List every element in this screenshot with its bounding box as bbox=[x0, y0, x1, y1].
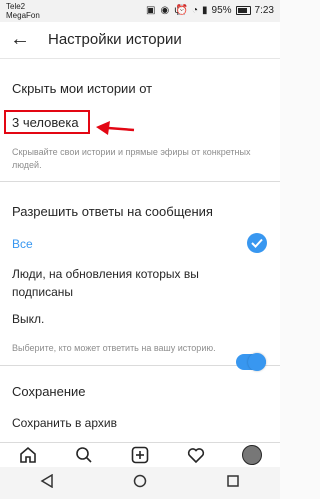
search-icon[interactable] bbox=[72, 443, 96, 467]
signal-icon: ▮ bbox=[202, 5, 208, 16]
page-title: Настройки истории bbox=[48, 31, 182, 48]
annotation-arrow-icon bbox=[96, 121, 135, 135]
reply-option-everyone[interactable]: Все bbox=[12, 237, 33, 251]
gallery-icon: ▣ bbox=[146, 5, 156, 16]
recents-square-icon[interactable] bbox=[226, 474, 240, 493]
hide-stories-title: Скрыть мои истории от bbox=[12, 81, 153, 96]
checkmark-icon bbox=[247, 233, 267, 253]
annotation-box bbox=[4, 110, 90, 134]
heart-icon[interactable] bbox=[184, 443, 208, 467]
home-icon[interactable] bbox=[16, 443, 40, 467]
profile-avatar[interactable] bbox=[240, 443, 264, 467]
alarm-icon: ⏰ bbox=[175, 5, 188, 16]
replies-hint: Выберите, кто может ответить на вашу ист… bbox=[12, 343, 216, 353]
hide-stories-hint: Скрывайте свои истории и прямые эфиры от… bbox=[12, 147, 251, 170]
clock: 7:23 bbox=[254, 5, 274, 16]
saving-title: Сохранение bbox=[12, 384, 86, 399]
divider bbox=[0, 181, 280, 182]
back-triangle-icon[interactable] bbox=[40, 473, 54, 493]
carrier-1: Tele2 bbox=[6, 2, 26, 11]
status-bar: Tele2 MegaFon ▣ ◉ ψ ⏰ ◔ ▮ 95% 7:23 bbox=[0, 0, 280, 22]
carrier-info: Tele2 MegaFon bbox=[6, 2, 40, 20]
add-icon[interactable] bbox=[128, 443, 152, 467]
reply-option-following[interactable]: Люди, на обновления которых вы подписаны bbox=[12, 265, 242, 301]
back-arrow-icon[interactable]: ← bbox=[10, 28, 30, 51]
settings-content: Скрыть мои истории от 3 человека Скрывай… bbox=[0, 59, 280, 442]
avatar bbox=[242, 445, 262, 465]
save-to-archive-toggle[interactable] bbox=[236, 353, 266, 371]
wifi-icon: ◔ bbox=[191, 5, 198, 16]
battery-percent: 95% bbox=[211, 5, 232, 16]
system-nav-bar bbox=[0, 467, 280, 499]
carrier-2: MegaFon bbox=[6, 11, 40, 20]
battery-icon bbox=[235, 6, 251, 15]
share-icon: ◉ bbox=[160, 5, 170, 16]
replies-title: Разрешить ответы на сообщения bbox=[12, 204, 213, 219]
save-to-archive-label: Сохранить в архив bbox=[12, 416, 117, 430]
status-right: ⏰ ◔ ▮ 95% 7:23 bbox=[176, 5, 275, 16]
app-header: ← Настройки истории bbox=[0, 22, 280, 59]
bottom-tab-bar bbox=[0, 442, 280, 467]
home-circle-icon[interactable] bbox=[133, 474, 147, 493]
reply-option-off[interactable]: Выкл. bbox=[12, 312, 44, 326]
